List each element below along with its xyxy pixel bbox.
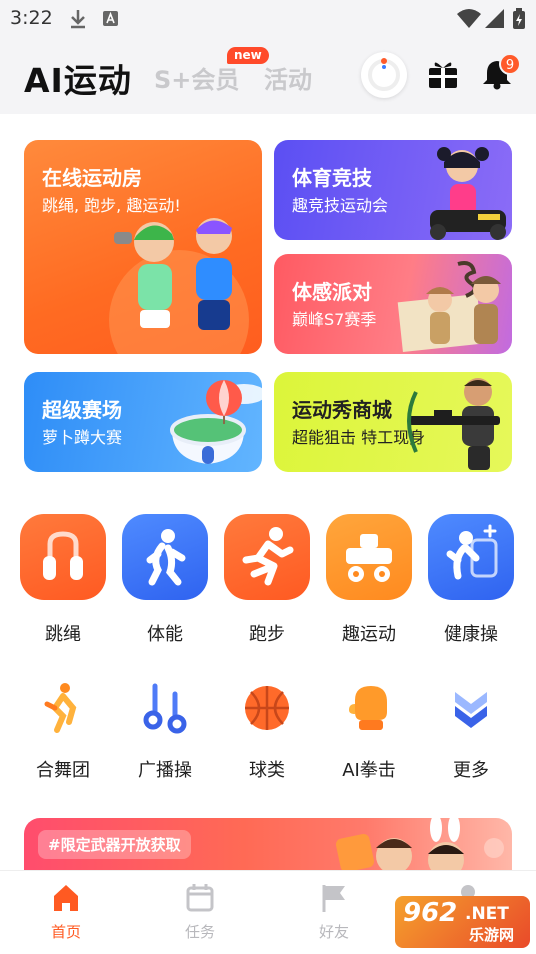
broadcast-exercise-icon: [143, 683, 187, 734]
arena-illustration: [170, 380, 262, 464]
health-exercise-icon: [446, 524, 498, 580]
nav-friends[interactable]: 好友: [294, 883, 374, 942]
banner-super-arena[interactable]: 超级赛场 萝卜蹲大赛: [24, 372, 262, 472]
nav-home[interactable]: 首页: [26, 883, 106, 942]
wifi-icon: [457, 9, 481, 28]
category-label: 球类: [249, 760, 285, 781]
banner-online-room[interactable]: 在线运动房 跳绳, 跑步, 趣运动!: [24, 140, 262, 354]
banner-title: 在线运动房: [42, 166, 142, 190]
more-chevron-icon: [455, 692, 487, 728]
banner-title: 超级赛场: [42, 398, 122, 422]
site-watermark: 962 .NET 乐游网: [395, 896, 530, 948]
promo-tag: #限定武器开放获取: [38, 830, 191, 859]
ring-icon: [368, 58, 400, 91]
category-label: 趣运动: [342, 624, 396, 645]
category-jump-rope[interactable]: 跳绳: [20, 514, 106, 646]
sniper-illustration: [407, 378, 500, 470]
signal-icon: [485, 9, 504, 28]
category-label: 合舞团: [36, 760, 90, 781]
category-label: 体能: [147, 624, 183, 645]
category-label: 健康操: [444, 624, 498, 645]
category-ai-boxing[interactable]: AI拳击: [326, 678, 412, 782]
category-dance[interactable]: 合舞团: [20, 678, 106, 782]
nav-label: 首页: [50, 923, 81, 941]
nav-tasks[interactable]: 任务: [160, 883, 240, 942]
banner-subtitle: 巅峰S7赛季: [292, 310, 377, 329]
racer-illustration: [430, 147, 506, 240]
download-icon: [71, 10, 85, 29]
home-content: 在线运动房 跳绳, 跑步, 趣运动! 体育竞技 趣竞技运动会 体感派对 巅峰S7…: [0, 114, 536, 870]
calendar-icon: [186, 884, 214, 912]
banner-sports-competition[interactable]: 体育竞技 趣竞技运动会: [274, 140, 512, 240]
fun-sport-icon: [346, 534, 392, 582]
category-health-exercise[interactable]: 健康操: [428, 514, 514, 646]
new-badge: new: [227, 47, 269, 64]
category-label: 广播操: [138, 760, 192, 781]
banner-motion-party[interactable]: 体感派对 巅峰S7赛季: [274, 254, 512, 354]
banner-sport-show-mall[interactable]: 运动秀商城 超能狙击 特工现身: [274, 372, 512, 472]
party-illustration: [397, 261, 501, 353]
category-fitness[interactable]: 体能: [122, 514, 208, 646]
tab-activity[interactable]: 活动: [264, 60, 312, 95]
promo-characters-illustration: [335, 818, 504, 870]
promo-banner[interactable]: #限定武器开放获取: [24, 818, 512, 870]
flag-icon: [322, 885, 345, 912]
running-icon: [242, 527, 294, 586]
keyboard-a-icon: [103, 11, 118, 26]
status-bar: 3:22: [0, 0, 536, 38]
watermark-text: 乐游网: [469, 926, 515, 944]
category-fun-sport[interactable]: 趣运动: [326, 514, 412, 646]
notification-count-badge: 9: [499, 53, 521, 75]
category-ball-sports[interactable]: 球类: [224, 678, 310, 782]
category-label: 跳绳: [45, 624, 81, 645]
dance-icon: [44, 683, 77, 733]
gift-icon[interactable]: [427, 56, 459, 90]
boxing-glove-icon: [349, 686, 387, 730]
banner-title: 体感派对: [292, 280, 372, 304]
tab-svip[interactable]: S+会员: [154, 60, 239, 95]
fitness-icon: [146, 529, 186, 586]
characters-illustration: [109, 218, 249, 354]
nav-label: 任务: [184, 923, 215, 941]
status-time: 3:22: [10, 7, 53, 29]
watermark-suffix: .NET: [465, 904, 509, 924]
banner-title: 体育竞技: [292, 166, 372, 190]
app-brand: AI运动: [24, 61, 132, 100]
motion-ring-button[interactable]: [361, 52, 407, 98]
category-more[interactable]: 更多: [428, 678, 514, 782]
jump-rope-icon: [43, 531, 83, 580]
nav-label: 好友: [318, 923, 349, 941]
category-broadcast-exercise[interactable]: 广播操: [122, 678, 208, 782]
top-bar: AI运动 S+会员 new 活动 9: [0, 38, 536, 114]
banner-subtitle: 趣竞技运动会: [292, 196, 389, 215]
category-label: AI拳击: [342, 760, 396, 781]
banner-subtitle: 萝卜蹲大赛: [42, 428, 123, 447]
banner-title: 运动秀商城: [292, 398, 392, 422]
watermark-number: 962: [403, 898, 458, 928]
battery-icon: [513, 8, 525, 29]
basketball-icon: [245, 686, 289, 730]
home-icon: [54, 885, 78, 911]
category-label: 更多: [453, 760, 489, 781]
category-label: 跑步: [249, 624, 285, 645]
category-running[interactable]: 跑步: [224, 514, 310, 646]
